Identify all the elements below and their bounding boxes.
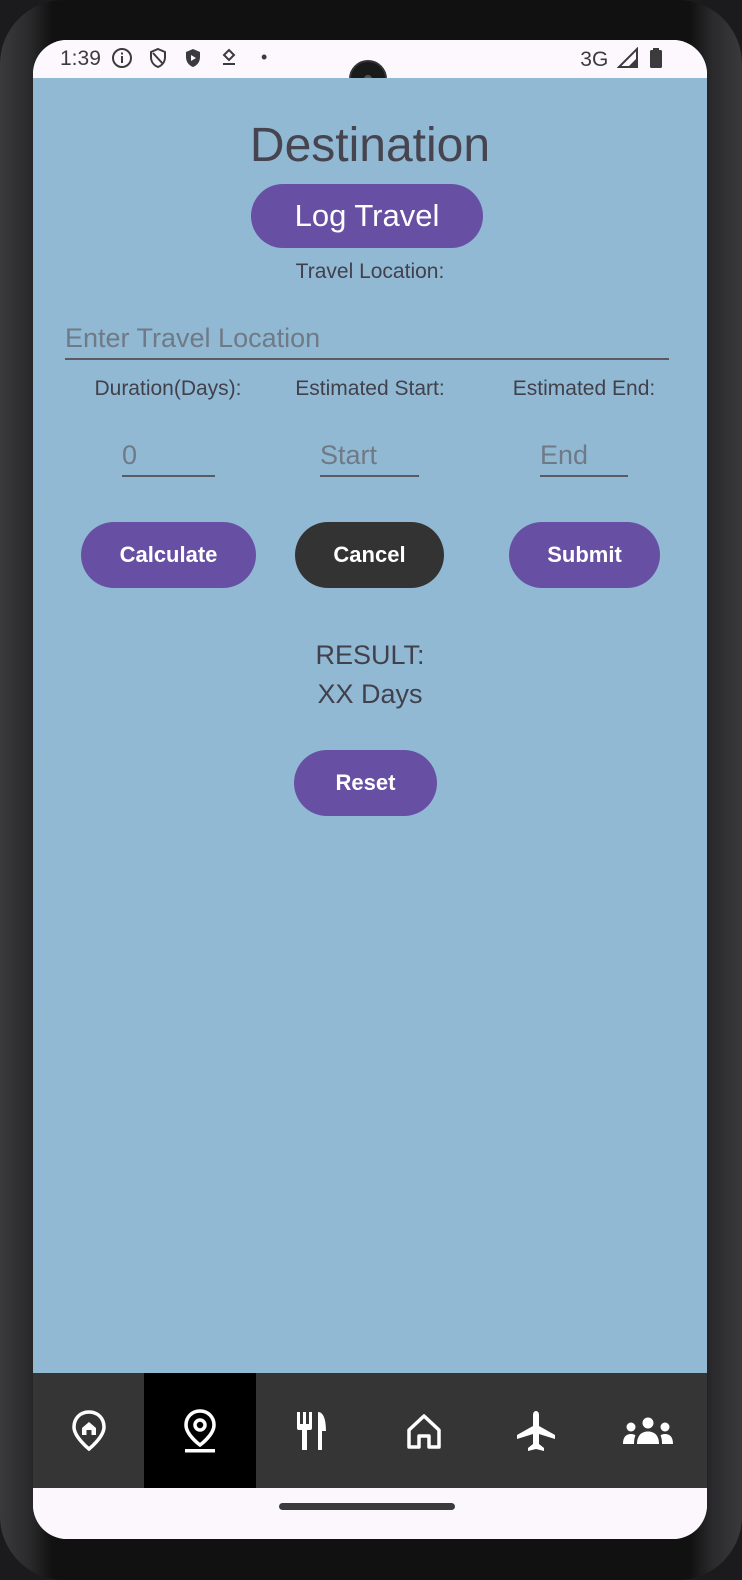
group-icon xyxy=(623,1417,673,1444)
nav-item-location[interactable] xyxy=(144,1373,256,1488)
device-frame: 1:39 • 3G Destination Log Travel Travel … xyxy=(0,0,742,1580)
nav-item-house[interactable] xyxy=(368,1373,480,1488)
nav-item-group[interactable] xyxy=(592,1373,704,1488)
airplane-icon xyxy=(517,1410,555,1451)
nav-item-home-pin[interactable] xyxy=(33,1373,145,1488)
log-travel-button[interactable]: Log Travel xyxy=(251,184,483,248)
duration-input[interactable] xyxy=(122,435,215,477)
screen: 1:39 • 3G Destination Log Travel Travel … xyxy=(33,40,707,1539)
shield-play-icon xyxy=(182,47,204,75)
notification-dot: • xyxy=(261,47,268,67)
calculate-button[interactable]: Calculate xyxy=(81,522,256,588)
destination-screen: Destination Log Travel Travel Location: … xyxy=(33,78,707,1424)
bottom-navigation xyxy=(33,1373,707,1488)
network-type: 3G xyxy=(580,48,609,71)
end-input[interactable] xyxy=(540,435,628,477)
home-pin-icon xyxy=(72,1409,106,1451)
duration-label: Duration(Days): xyxy=(94,377,242,400)
reset-button[interactable]: Reset xyxy=(294,750,437,816)
travel-location-label: Travel Location: xyxy=(295,260,445,283)
status-right: 3G xyxy=(580,46,663,72)
house-icon xyxy=(407,1413,441,1449)
nav-item-flights[interactable] xyxy=(480,1373,592,1488)
estimated-start-label: Estimated Start: xyxy=(295,377,445,400)
estimated-end-label: Estimated End: xyxy=(512,377,656,400)
download-icon xyxy=(219,47,239,75)
page-title: Destination xyxy=(249,119,491,172)
submit-button[interactable]: Submit xyxy=(509,522,660,588)
gesture-bar-area xyxy=(33,1488,707,1539)
battery-icon xyxy=(650,48,662,68)
cancel-button[interactable]: Cancel xyxy=(295,522,444,588)
start-input[interactable] xyxy=(320,435,419,477)
result-label: RESULT: xyxy=(315,640,425,670)
signal-icon xyxy=(616,46,639,68)
travel-location-input[interactable] xyxy=(65,318,669,360)
nav-item-restaurant[interactable] xyxy=(256,1373,368,1488)
location-pin-icon xyxy=(184,1408,216,1452)
status-time: 1:39 xyxy=(60,47,101,70)
shield-off-icon xyxy=(147,47,169,75)
result-value: XX Days xyxy=(317,679,423,709)
info-icon xyxy=(111,47,133,75)
home-gesture-handle[interactable] xyxy=(279,1503,455,1510)
restaurant-icon xyxy=(297,1411,326,1450)
